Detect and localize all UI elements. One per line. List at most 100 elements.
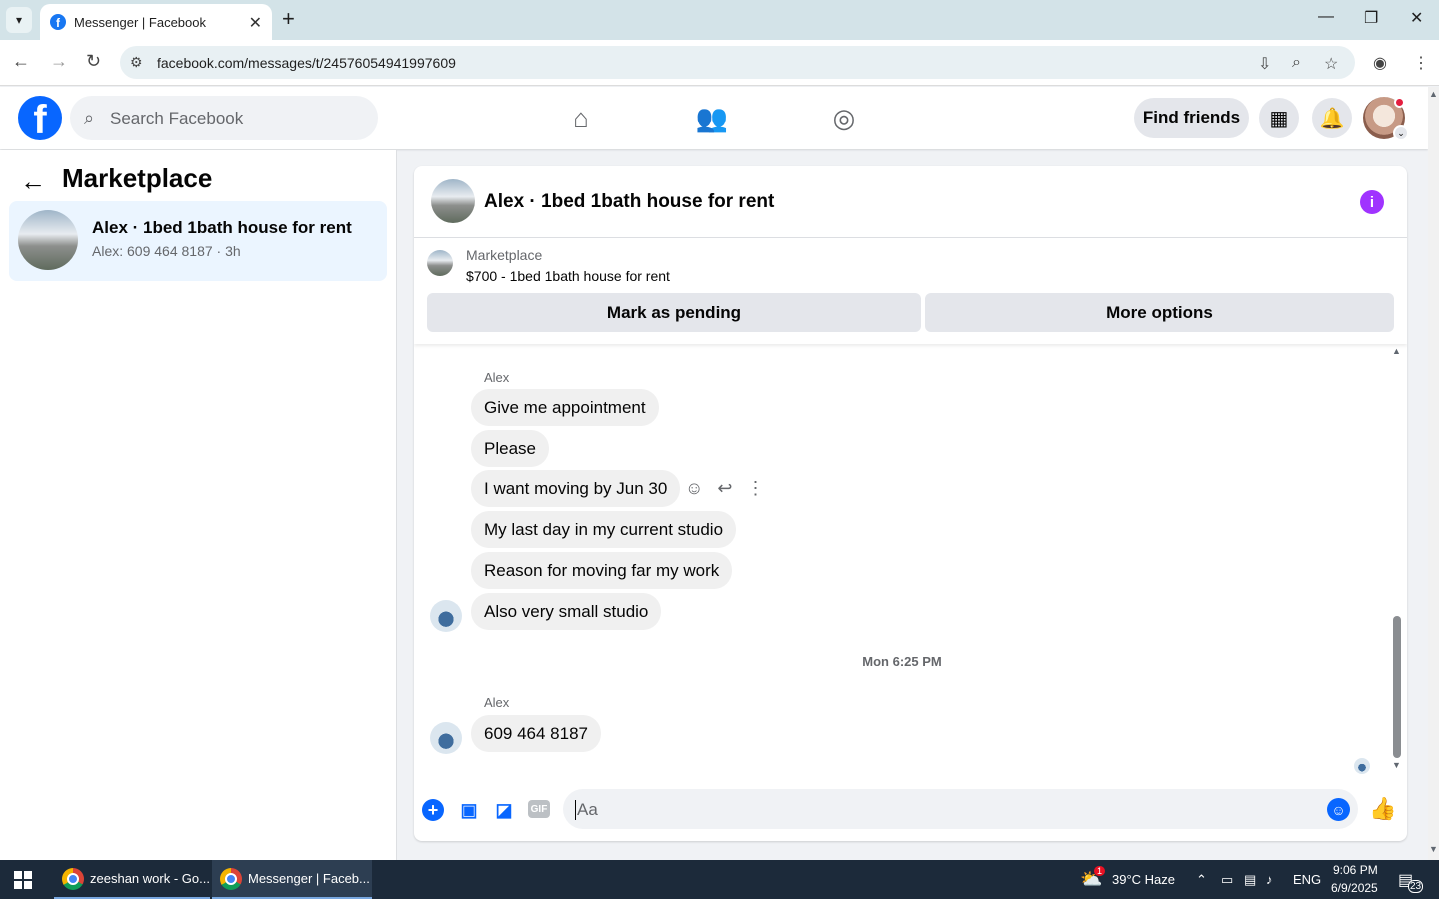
bookmark-star-icon[interactable]: ☆ (1324, 54, 1338, 74)
site-settings-icon[interactable]: ⚙ (130, 54, 143, 71)
scroll-up-arrow-icon[interactable]: ▲ (1392, 346, 1401, 356)
zoom-icon[interactable]: ⌕ (1292, 54, 1301, 72)
message-thread: Alex Give me appointment Please I want m… (414, 346, 1407, 776)
chat-title[interactable]: Alex · 1bed 1bath house for rent (484, 191, 774, 213)
page-scroll-down-icon[interactable]: ▼ (1429, 844, 1438, 854)
message-input-placeholder: Aa (575, 800, 598, 820)
chat-avatar[interactable] (431, 179, 475, 223)
taskbar-item-label: Messenger | Faceb... (248, 871, 370, 886)
taskbar-item-label: zeeshan work - Go... (90, 871, 210, 886)
groups-icon[interactable]: ◎ (829, 103, 859, 133)
search-placeholder: Search Facebook (110, 109, 244, 128)
forward-icon[interactable]: → (50, 51, 68, 72)
back-icon[interactable]: ← (12, 51, 30, 72)
friends-icon[interactable]: 👥 (696, 103, 728, 133)
tab-search-dropdown-icon[interactable]: ▾ (6, 7, 32, 33)
facebook-header: f ⌕ Search Facebook ⌂ 👥 ◎ Find friends ▦… (0, 87, 1428, 149)
message-bubble[interactable]: 609 464 8187 (471, 715, 601, 752)
conversation-list-panel: ← Marketplace Alex · 1bed 1bath house fo… (0, 150, 397, 860)
message-bubble[interactable]: I want moving by Jun 30 (471, 470, 681, 507)
notification-dot (1394, 97, 1405, 108)
chat-scrollbar[interactable] (1393, 616, 1401, 758)
menu-grid-icon[interactable]: ▦ (1259, 98, 1299, 138)
reply-icon[interactable]: ↩ (717, 478, 732, 499)
scroll-down-arrow-icon[interactable]: ▼ (1392, 760, 1401, 770)
marketplace-listing: Marketplace $700 - 1bed 1bath house for … (414, 238, 1407, 344)
chat-header: Alex · 1bed 1bath house for rent i (414, 166, 1407, 238)
windows-start-icon[interactable] (14, 871, 32, 889)
meet-icon[interactable]: ▭ (1221, 872, 1233, 888)
conversation-name: Alex · 1bed 1bath house for rent (92, 218, 352, 237)
clock-time[interactable]: 9:06 PM (1333, 863, 1378, 877)
listing-title[interactable]: $700 - 1bed 1bath house for rent (466, 268, 670, 284)
tab-title: Messenger | Facebook (74, 14, 206, 30)
message-composer: + ▣ ◪ GIF Aa ☺ 👍 (414, 786, 1407, 834)
chrome-icon (62, 867, 84, 890)
search-input[interactable]: ⌕ Search Facebook (70, 96, 378, 140)
plus-icon[interactable]: + (422, 799, 444, 821)
search-icon: ⌕ (84, 108, 95, 128)
profile-icon[interactable]: ◉ (1373, 53, 1387, 73)
reload-icon[interactable]: ↻ (86, 51, 101, 72)
weather-text[interactable]: 39°C Haze (1112, 872, 1175, 887)
facebook-logo-icon[interactable]: f (18, 96, 62, 140)
emoji-icon[interactable]: ☺ (1327, 798, 1350, 821)
listing-source: Marketplace (466, 247, 543, 263)
find-friends-button[interactable]: Find friends (1134, 98, 1249, 138)
message-bubble[interactable]: Reason for moving far my work (471, 552, 733, 589)
taskbar-item-messenger[interactable]: Messenger | Faceb... (212, 860, 372, 899)
message-timestamp: Mon 6:25 PM (862, 654, 942, 669)
new-tab-button[interactable]: + (282, 6, 295, 32)
browser-tabbar: ▾ f Messenger | Facebook ✕ + — ❐ ✕ (0, 0, 1439, 40)
thumbs-up-like-icon[interactable]: 👍 (1369, 796, 1396, 822)
sender-name: Alex (484, 695, 510, 710)
home-icon[interactable]: ⌂ (566, 103, 596, 133)
panel-title: Marketplace (62, 163, 213, 193)
tab-close-icon[interactable]: ✕ (249, 13, 262, 33)
message-actions: ☺ ↩ ⋮ (685, 478, 764, 499)
browser-toolbar: ← → ↻ ⚙ facebook.com/messages/t/24576054… (0, 40, 1439, 86)
network-icon[interactable]: ▤ (1244, 872, 1256, 888)
sender-avatar[interactable] (430, 600, 462, 632)
message-bubble[interactable]: Also very small studio (471, 593, 662, 630)
volume-icon[interactable]: ♪ (1266, 872, 1273, 887)
conversation-preview: Alex: 609 464 8187 · 3h (92, 243, 241, 259)
page-scroll-up-icon[interactable]: ▲ (1429, 89, 1438, 99)
message-bubble[interactable]: Please (471, 430, 549, 467)
message-bubble[interactable]: Give me appointment (471, 389, 659, 426)
sticker-icon[interactable]: ◪ (493, 799, 515, 821)
language-indicator[interactable]: ENG (1293, 872, 1321, 887)
gif-icon[interactable]: GIF (528, 800, 550, 818)
info-icon[interactable]: i (1360, 190, 1384, 214)
page-scrollbar[interactable]: ▲ ▼ (1428, 87, 1439, 860)
mark-as-pending-button[interactable]: Mark as pending (427, 293, 921, 332)
clock-date[interactable]: 6/9/2025 (1331, 881, 1378, 895)
sender-avatar[interactable] (430, 722, 462, 754)
sender-name: Alex (484, 370, 510, 385)
message-input[interactable]: Aa ☺ (563, 789, 1358, 829)
facebook-favicon-icon: f (50, 14, 66, 30)
windows-taskbar: zeeshan work - Go... Messenger | Faceb..… (0, 860, 1439, 899)
minimize-icon[interactable]: — (1318, 8, 1334, 26)
show-hidden-icons-icon[interactable]: ⌃ (1196, 872, 1207, 888)
conversation-avatar (18, 210, 78, 270)
back-arrow-icon[interactable]: ← (20, 166, 46, 197)
menu-kebab-icon[interactable]: ⋮ (1413, 53, 1429, 73)
photo-icon[interactable]: ▣ (458, 799, 480, 821)
notifications-bell-icon[interactable]: 🔔 (1312, 98, 1352, 138)
install-app-icon[interactable]: ⇩ (1258, 54, 1271, 74)
address-bar[interactable]: ⚙ facebook.com/messages/t/24576054941997… (120, 46, 1355, 79)
message-bubble[interactable]: My last day in my current studio (471, 511, 737, 548)
more-options-button[interactable]: More options (925, 293, 1394, 332)
react-emoji-icon[interactable]: ☺ (685, 478, 703, 499)
chrome-icon (220, 867, 242, 890)
browser-tab-messenger[interactable]: f Messenger | Facebook ✕ (40, 4, 272, 40)
listing-thumbnail[interactable] (427, 250, 453, 276)
more-vertical-icon[interactable]: ⋮ (746, 478, 764, 499)
restore-icon[interactable]: ❐ (1364, 8, 1378, 28)
weather-badge: 1 (1094, 866, 1106, 876)
taskbar-item-chrome-work[interactable]: zeeshan work - Go... (54, 860, 210, 899)
chevron-down-icon[interactable]: ⌄ (1393, 125, 1409, 141)
conversation-item[interactable]: Alex · 1bed 1bath house for rent Alex: 6… (9, 201, 387, 281)
close-window-icon[interactable]: ✕ (1410, 8, 1423, 28)
